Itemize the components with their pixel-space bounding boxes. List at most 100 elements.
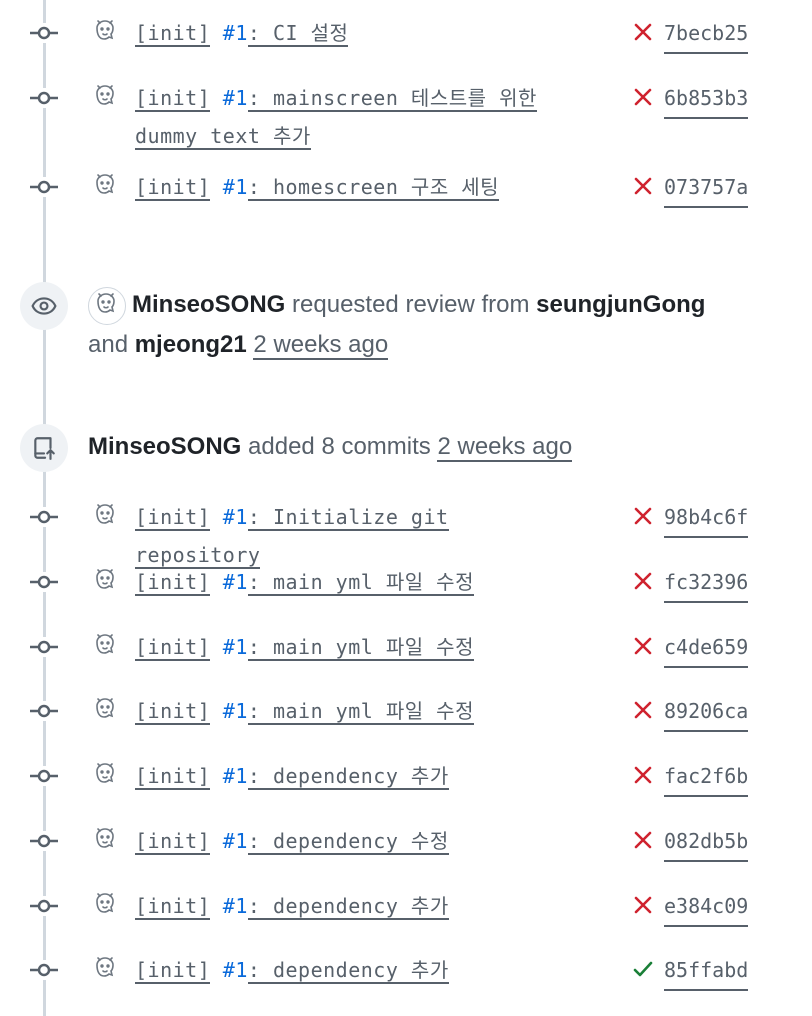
commit-sha-link[interactable]: fac2f6b — [664, 757, 749, 797]
reviewer-link[interactable]: mjeong21 — [135, 331, 247, 358]
commit-title-link[interactable]: : mainscreen 테스트를 위한 — [247, 86, 537, 112]
git-commit-icon — [30, 572, 58, 592]
issue-link[interactable]: #1 — [223, 958, 248, 982]
commit-prefix-link[interactable]: [init] — [135, 505, 211, 531]
avatar[interactable] — [88, 629, 122, 663]
x-icon[interactable] — [632, 635, 654, 657]
commit-title-link[interactable]: : dependency 추가 — [247, 958, 449, 984]
issue-link[interactable]: #1 — [223, 894, 248, 918]
commit-title-link[interactable]: : main yml 파일 수정 — [247, 570, 474, 596]
git-commit-icon — [30, 896, 58, 916]
commit-title-link[interactable]: : homescreen 구조 세팅 — [247, 175, 500, 201]
avatar[interactable] — [88, 693, 122, 727]
commit-sha-link[interactable]: 6b853b3 — [664, 79, 749, 119]
avatar[interactable] — [88, 823, 122, 857]
avatar[interactable] — [88, 888, 122, 922]
commit-prefix-link[interactable]: [init] — [135, 86, 211, 112]
commit-prefix-link[interactable]: [init] — [135, 175, 211, 201]
git-commit-icon — [30, 507, 58, 527]
commit-prefix-link[interactable]: [init] — [135, 958, 211, 984]
commit-message: [init] #1: main yml 파일 수정 — [135, 563, 575, 601]
commit-message: [init] #1: dependency 수정 — [135, 822, 575, 860]
issue-link[interactable]: #1 — [223, 505, 248, 529]
commit-title-link[interactable]: : main yml 파일 수정 — [247, 699, 474, 725]
commit-sha-link[interactable]: e384c09 — [664, 887, 749, 927]
issue-link[interactable]: #1 — [223, 699, 248, 723]
commit-sha-link[interactable]: 7becb25 — [664, 14, 749, 54]
commit-sha-link[interactable]: 98b4c6f — [664, 498, 749, 538]
commits-verb: added 8 commits — [248, 433, 431, 460]
issue-link[interactable]: #1 — [223, 635, 248, 659]
repo-push-icon — [34, 437, 55, 460]
x-icon[interactable] — [632, 764, 654, 786]
reviewer-link[interactable]: seungjunGong — [536, 291, 705, 318]
x-icon[interactable] — [632, 570, 654, 592]
commit-prefix-link[interactable]: [init] — [135, 894, 211, 920]
push-event-badge — [20, 424, 68, 472]
commit-title-link[interactable]: : CI 설정 — [247, 21, 349, 47]
issue-link[interactable]: #1 — [223, 86, 248, 110]
commit-prefix-link[interactable]: [init] — [135, 635, 211, 661]
commit-prefix-link[interactable]: [init] — [135, 21, 211, 47]
commit-title-link[interactable]: : dependency 추가 — [247, 764, 449, 790]
commit-title-link[interactable]: dummy text 추가 — [135, 124, 311, 150]
actor-link[interactable]: MinseoSONG — [132, 291, 285, 318]
avatar[interactable] — [88, 758, 122, 792]
issue-link[interactable]: #1 — [223, 570, 248, 594]
review-event-badge — [20, 282, 68, 330]
x-icon[interactable] — [632, 21, 654, 43]
commit-message: [init] #1: main yml 파일 수정 — [135, 692, 575, 730]
timestamp-link[interactable]: 2 weeks ago — [253, 331, 389, 360]
check-icon[interactable] — [632, 958, 654, 980]
x-icon[interactable] — [632, 86, 654, 108]
x-icon[interactable] — [632, 505, 654, 527]
timestamp-link[interactable]: 2 weeks ago — [437, 433, 573, 462]
commit-sha-link[interactable]: c4de659 — [664, 628, 749, 668]
avatar[interactable] — [88, 80, 122, 114]
commit-prefix-link[interactable]: [init] — [135, 764, 211, 790]
x-icon[interactable] — [632, 829, 654, 851]
avatar[interactable] — [88, 952, 122, 986]
git-commit-icon — [30, 88, 58, 108]
git-commit-icon — [30, 831, 58, 851]
commit-message: [init] #1: CI 설정 — [135, 14, 575, 52]
issue-link[interactable]: #1 — [223, 764, 248, 788]
commit-message: [init] #1: homescreen 구조 세팅 — [135, 168, 575, 206]
issue-link[interactable]: #1 — [223, 175, 248, 199]
x-icon[interactable] — [632, 894, 654, 916]
avatar[interactable] — [88, 499, 122, 533]
x-icon[interactable] — [632, 175, 654, 197]
review-verb: requested review from — [292, 291, 530, 318]
git-commit-icon — [30, 23, 58, 43]
commit-sha-link[interactable]: fc32396 — [664, 563, 749, 603]
avatar[interactable] — [88, 287, 126, 325]
git-commit-icon — [30, 960, 58, 980]
git-commit-icon — [30, 637, 58, 657]
commit-sha-link[interactable]: 082db5b — [664, 822, 749, 862]
commit-prefix-link[interactable]: [init] — [135, 570, 211, 596]
commit-sha-link[interactable]: 073757a — [664, 168, 749, 208]
commit-title-link[interactable]: : main yml 파일 수정 — [247, 635, 474, 661]
avatar[interactable] — [88, 169, 122, 203]
git-commit-icon — [30, 701, 58, 721]
commit-prefix-link[interactable]: [init] — [135, 699, 211, 725]
review-conj: and — [88, 331, 129, 358]
x-icon[interactable] — [632, 699, 654, 721]
actor-link[interactable]: MinseoSONG — [88, 433, 241, 460]
commit-message: [init] #1: main yml 파일 수정 — [135, 628, 575, 666]
git-commit-icon — [30, 177, 58, 197]
git-commit-icon — [30, 766, 58, 786]
commit-title-link[interactable]: : dependency 추가 — [247, 894, 449, 920]
commit-message: [init] #1: dependency 추가 — [135, 757, 575, 795]
commit-prefix-link[interactable]: [init] — [135, 829, 211, 855]
avatar[interactable] — [88, 15, 122, 49]
issue-link[interactable]: #1 — [223, 829, 248, 853]
eye-icon — [31, 297, 57, 315]
commit-message: [init] #1: dependency 추가 — [135, 951, 575, 989]
commit-message: [init] #1: mainscreen 테스트를 위한 dummy text … — [135, 79, 575, 155]
issue-link[interactable]: #1 — [223, 21, 248, 45]
commit-sha-link[interactable]: 89206ca — [664, 692, 749, 732]
commit-sha-link[interactable]: 85ffabd — [664, 951, 749, 991]
avatar[interactable] — [88, 564, 122, 598]
commit-title-link[interactable]: : dependency 수정 — [247, 829, 449, 855]
